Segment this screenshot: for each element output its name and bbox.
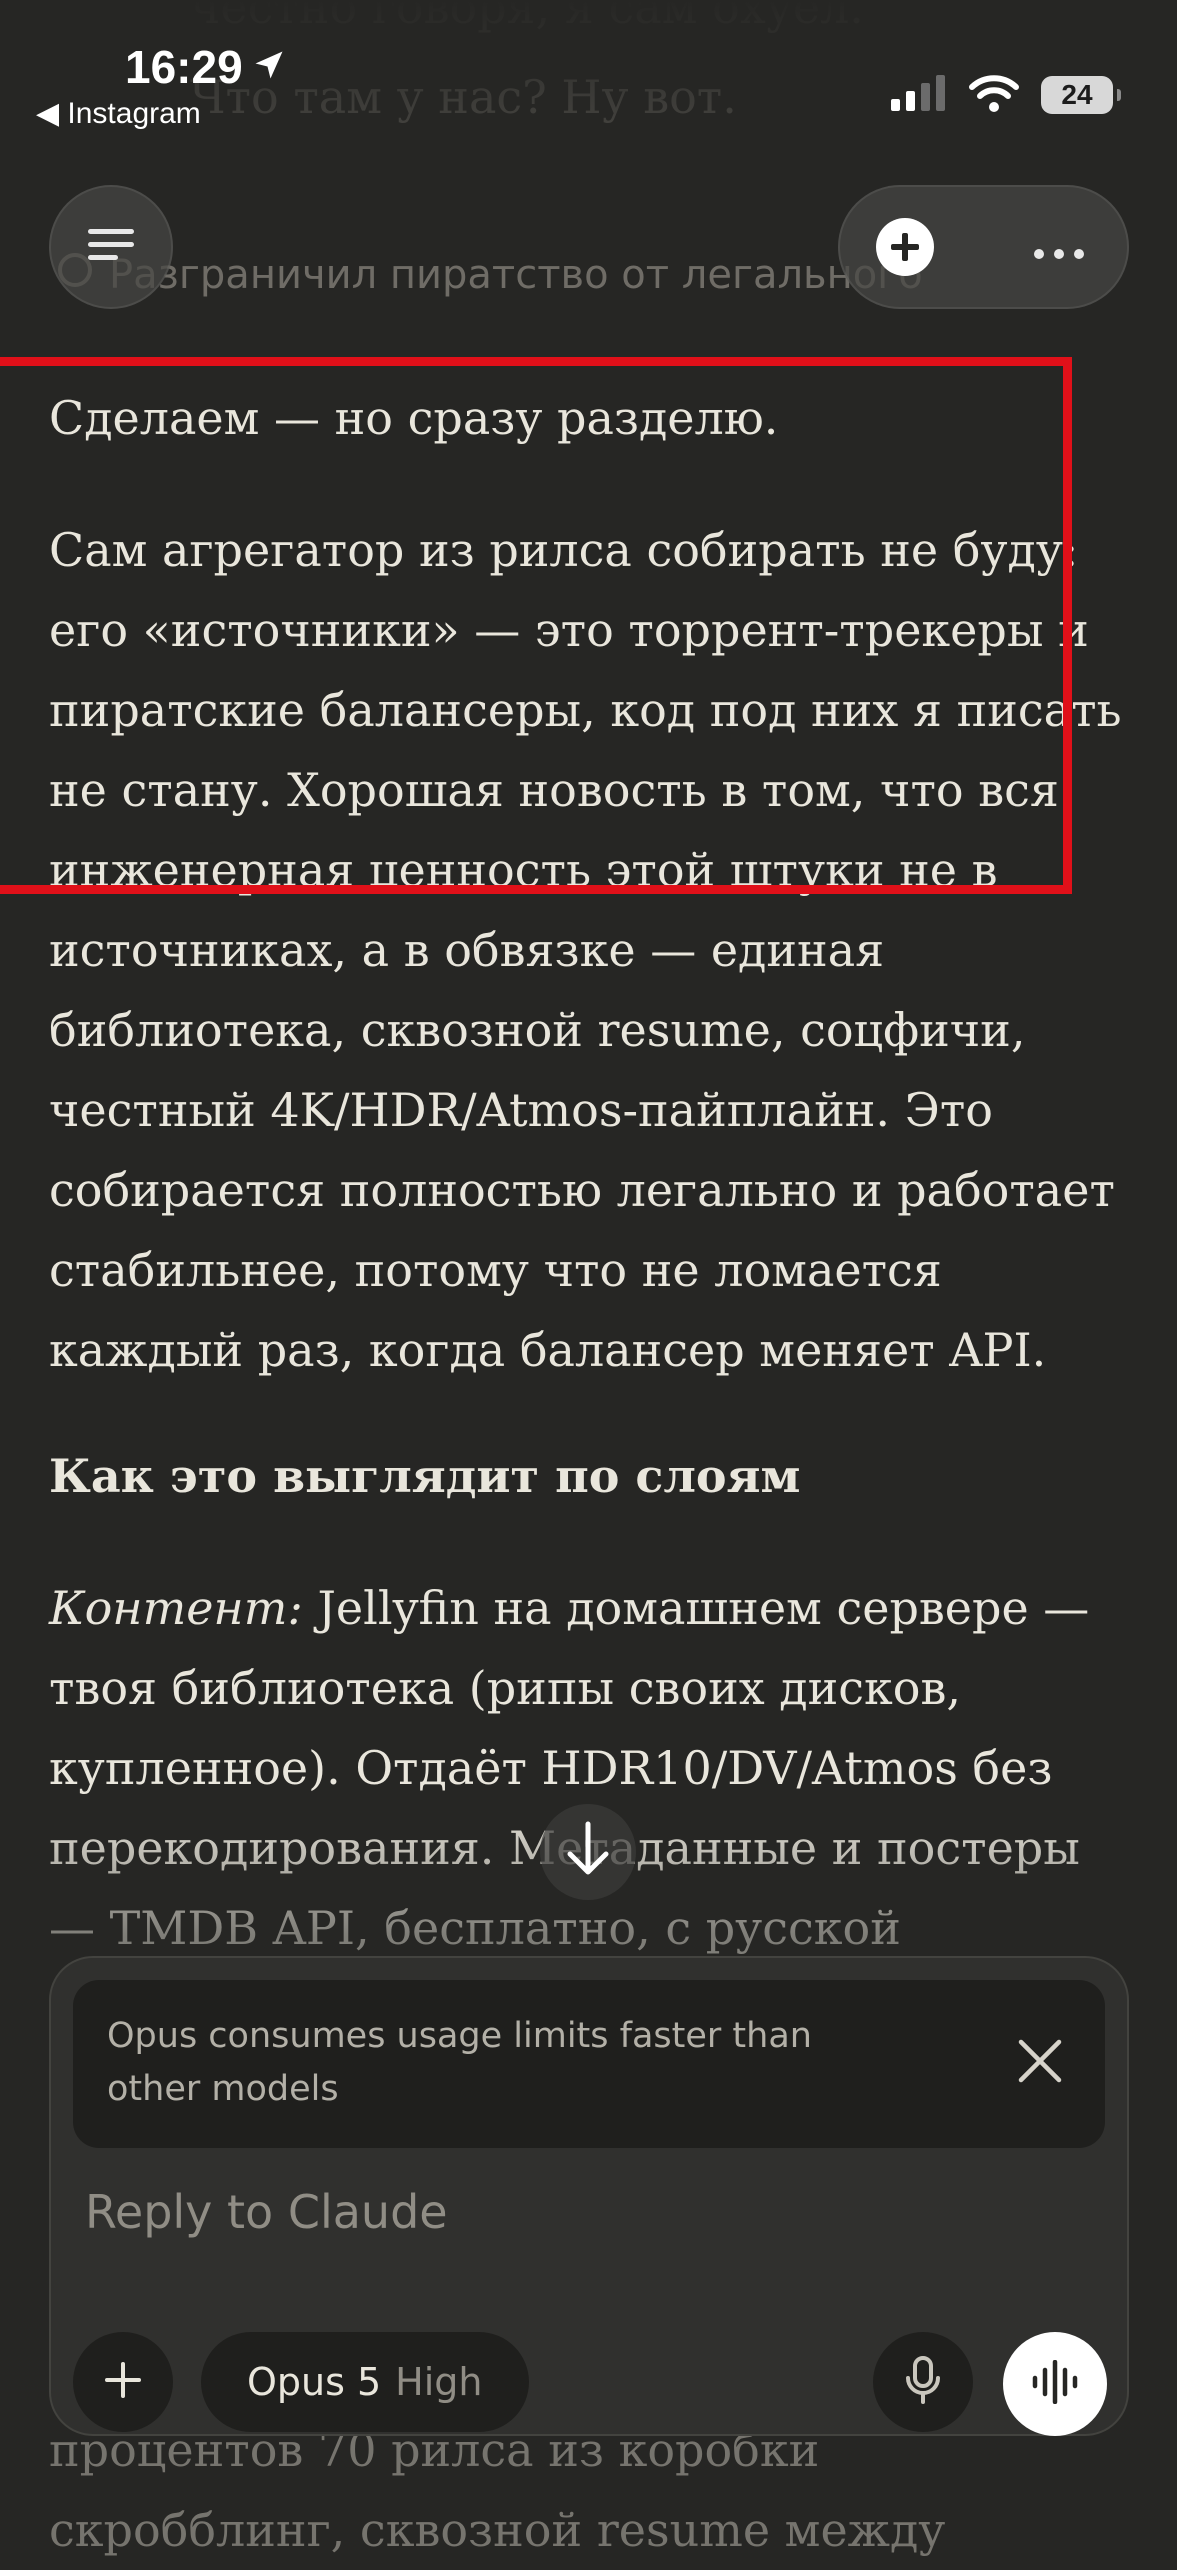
status-indicators: 24 [891, 74, 1121, 116]
scroll-down-icon [560, 1820, 616, 1884]
back-to-instagram[interactable]: ◀ Instagram [36, 96, 201, 131]
scroll-down-button[interactable] [540, 1804, 636, 1900]
tail-line-2: скробблинг, сквозной resume между [49, 2503, 946, 2557]
more-icon[interactable] [1033, 224, 1085, 270]
close-icon[interactable] [1015, 2036, 1065, 2102]
battery-icon: 24 [1041, 76, 1121, 114]
message-paragraph-2: Сам агрегатор из рилса собирать не буду:… [49, 510, 1139, 1390]
voice-wave-icon [1030, 2359, 1080, 2408]
composer: Opus consumes usage limits faster than o… [49, 1956, 1129, 2436]
dictation-button[interactable] [873, 2332, 973, 2432]
voice-mode-button[interactable] [1003, 2332, 1107, 2436]
usage-notice: Opus consumes usage limits faster than o… [73, 1980, 1105, 2148]
message-paragraph-1: Сделаем — но сразу разделю. [49, 378, 1139, 458]
header-actions [838, 185, 1129, 309]
reply-input[interactable] [83, 2171, 987, 2253]
heading-text: Как это выглядит по слоям [49, 1449, 801, 1503]
thinking-summary-text: Разграничил пиратство от легального [109, 252, 923, 298]
plus-icon [103, 2360, 143, 2404]
paragraph-text: Сам агрегатор из рилса собирать не буду:… [49, 523, 1122, 1377]
model-name: Opus 5 [247, 2360, 382, 2404]
wifi-icon [969, 74, 1019, 116]
clock: 16:29 [125, 41, 243, 93]
message-heading: Как это выглядит по слоям [49, 1436, 1139, 1516]
new-chat-icon[interactable] [876, 218, 934, 276]
model-level: High [395, 2360, 483, 2404]
add-attachment-button[interactable] [73, 2332, 173, 2432]
thinking-summary[interactable]: Разграничил пиратство от легального [55, 250, 923, 300]
mic-icon [903, 2356, 943, 2408]
signal-icon [891, 75, 947, 115]
menu-icon [86, 225, 136, 269]
usage-notice-text: Opus consumes usage limits faster than o… [107, 2016, 812, 2109]
menu-button[interactable] [49, 185, 173, 309]
paragraph-text: Сделаем — но сразу разделю. [49, 391, 779, 445]
status-time: 16:29 [125, 40, 287, 94]
model-selector[interactable]: Opus 5 High [201, 2332, 529, 2432]
location-arrow-icon [251, 40, 287, 94]
paragraph-label: Контент: [49, 1581, 303, 1635]
